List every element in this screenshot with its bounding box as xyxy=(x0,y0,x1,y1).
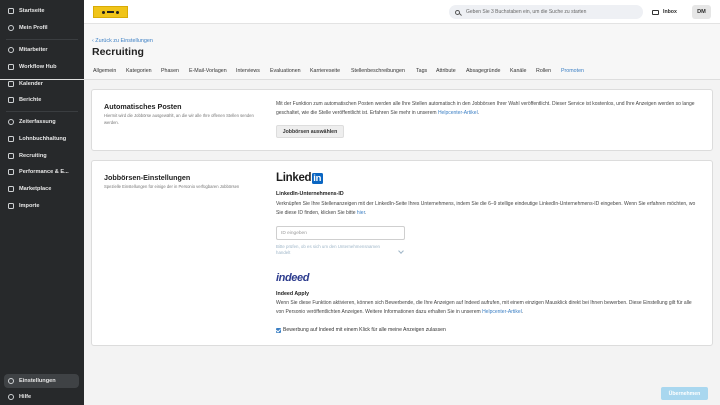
linkedin-id-label: LinkedIn-Unternehmens-ID xyxy=(276,191,344,197)
payroll-icon xyxy=(8,136,14,142)
tab-divider xyxy=(0,79,720,80)
linkedin-logo-text: Linked xyxy=(276,172,312,184)
sidebar-item-workflow-hub[interactable]: Workflow Hub xyxy=(0,60,84,74)
sidebar-item-mitarbeiter[interactable]: Mitarbeiter xyxy=(0,43,84,57)
sidebar-item-label: Kalender xyxy=(19,81,43,87)
save-button[interactable]: Übernehmen xyxy=(661,387,708,400)
inbox-button[interactable]: Inbox xyxy=(652,6,689,18)
linkedin-id-hint: Bitte prüfen, ob es sich um den Unterneh… xyxy=(276,244,380,256)
jobboard-settings-title: Jobbörsen-Einstellungen xyxy=(104,173,191,182)
performance-icon xyxy=(8,169,14,175)
auto-post-help-link[interactable]: Helpcenter-Artikel xyxy=(438,110,478,116)
back-link[interactable]: ‹ Zurück zu Einstellungen xyxy=(92,38,153,44)
page-header: ‹ Zurück zu Einstellungen Recruiting All… xyxy=(84,24,720,80)
indeed-one-click-label: Bewerbung auf Indeed mit einem Klick für… xyxy=(283,327,446,333)
import-icon xyxy=(8,203,14,209)
calendar-icon xyxy=(8,81,14,87)
linkedin-logo: Linked in xyxy=(276,172,323,184)
sidebar-item-importe[interactable]: Importe xyxy=(0,199,84,213)
sidebar-item-mein-profil[interactable]: Mein Profil xyxy=(0,21,84,35)
indeed-one-click-checkbox[interactable] xyxy=(276,328,281,333)
sidebar-item-label: Berichte xyxy=(19,97,42,103)
search-icon xyxy=(455,9,460,15)
sidebar-item-label: Importe xyxy=(19,203,40,209)
inbox-label: Inbox xyxy=(663,9,677,15)
user-icon xyxy=(8,25,14,31)
reports-icon xyxy=(8,97,14,103)
workflow-icon xyxy=(8,64,14,70)
auto-post-title: Automatisches Posten xyxy=(104,102,182,111)
sidebar-item-label: Performance & E... xyxy=(19,169,69,175)
linkedin-id-input[interactable]: ID eingeben xyxy=(276,226,405,240)
marketplace-icon xyxy=(8,186,14,192)
sidebar-item-label: Mein Profil xyxy=(19,25,48,31)
sidebar-item-label: Startseite xyxy=(19,8,45,14)
sidebar-item-performance[interactable]: Performance & E... xyxy=(0,165,84,179)
sidebar-item-recruiting[interactable]: Recruiting xyxy=(0,149,84,163)
gear-icon xyxy=(8,378,14,384)
sidebar-item-lohnbuchhaltung[interactable]: Lohnbuchhaltung xyxy=(0,132,84,146)
linkedin-text: Verknüpfen Sie Ihre Stellenanzeigen mit … xyxy=(276,201,696,216)
sidebar-item-einstellungen[interactable]: Einstellungen xyxy=(4,374,79,388)
sidebar-divider xyxy=(6,111,78,112)
top-bar: Geben Sie 3 Buchstaben ein, um die Suche… xyxy=(84,0,720,24)
sidebar-item-startseite[interactable]: Startseite xyxy=(0,4,84,18)
sidebar-item-hilfe[interactable]: Hilfe xyxy=(0,390,84,404)
page-title: Recruiting xyxy=(92,46,144,58)
sidebar-item-label: Hilfe xyxy=(19,394,32,400)
company-logo[interactable] xyxy=(93,6,128,18)
recruiting-icon xyxy=(8,153,14,159)
sidebar-item-label: Marketplace xyxy=(19,186,52,192)
sidebar-item-label: Lohnbuchhaltung xyxy=(19,136,67,142)
search-placeholder: Geben Sie 3 Buchstaben ein, um die Suche… xyxy=(466,9,587,15)
clock-icon xyxy=(8,119,14,125)
sidebar-item-label: Workflow Hub xyxy=(19,64,57,70)
sidebar-item-label: Zeiterfassung xyxy=(19,119,56,125)
linkedin-logo-in: in xyxy=(311,172,323,184)
search-input[interactable]: Geben Sie 3 Buchstaben ein, um die Suche… xyxy=(449,5,643,19)
jobboard-settings-subtitle: Spezielle Einstellungen für einige der i… xyxy=(104,184,240,189)
sidebar-item-label: Recruiting xyxy=(19,153,47,159)
avatar[interactable]: DM xyxy=(692,5,711,19)
sidebar-item-zeiterfassung[interactable]: Zeiterfassung xyxy=(0,115,84,129)
users-icon xyxy=(8,47,14,53)
auto-post-text-end: . xyxy=(477,109,480,116)
sidebar: Startseite Mein Profil Mitarbeiter Workf… xyxy=(0,0,84,405)
home-icon xyxy=(8,8,14,14)
linkedin-text-end: . xyxy=(364,209,367,216)
inbox-icon xyxy=(652,9,659,15)
logo-mark xyxy=(107,11,114,13)
sidebar-item-berichte[interactable]: Berichte xyxy=(0,93,84,107)
sidebar-item-marketplace[interactable]: Marketplace xyxy=(0,182,84,196)
indeed-logo: indeed xyxy=(276,272,310,284)
indeed-apply-label: Indeed Apply xyxy=(276,291,310,297)
auto-post-subtitle: Hiermit wird die Jobbörse ausgewählt, an… xyxy=(104,113,254,125)
linkedin-description: Verknüpfen Sie Ihre Stellenanzeigen mit … xyxy=(276,200,696,218)
sidebar-item-label: Mitarbeiter xyxy=(19,47,48,53)
auto-post-text: Mit der Funktion zum automatischen Poste… xyxy=(276,101,695,116)
logo-mark xyxy=(116,10,119,14)
indeed-description: Wenn Sie diese Funktion aktivieren, könn… xyxy=(276,299,696,317)
auto-post-description: Mit der Funktion zum automatischen Poste… xyxy=(276,100,696,118)
sidebar-item-label: Einstellungen xyxy=(19,378,56,384)
help-icon xyxy=(8,394,14,400)
indeed-help-link[interactable]: Helpcenter-Artikel xyxy=(482,309,522,315)
logo-mark xyxy=(102,10,105,14)
linkedin-help-link[interactable]: hier xyxy=(357,210,365,216)
select-jobboards-button[interactable]: Jobbörsen auswählen xyxy=(276,125,344,138)
indeed-text-end: . xyxy=(521,308,524,315)
sidebar-divider xyxy=(6,39,78,40)
